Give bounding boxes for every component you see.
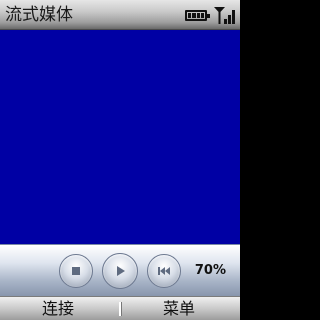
previous-button[interactable] <box>147 254 181 288</box>
softkey-bar: 连接 菜单 <box>0 296 240 320</box>
title-bar: 流式媒体 <box>0 0 240 30</box>
signal-icon <box>212 5 236 25</box>
status-area <box>185 5 236 25</box>
previous-icon <box>158 267 170 275</box>
stop-icon <box>72 267 80 275</box>
volume-level: 70% <box>194 263 226 278</box>
playback-control-bar: 70% <box>0 244 240 296</box>
play-icon <box>117 266 125 276</box>
app-title: 流式媒体 <box>5 5 73 25</box>
battery-icon <box>185 9 210 21</box>
connect-softkey[interactable]: 连接 <box>42 298 74 319</box>
video-display[interactable] <box>0 30 240 244</box>
play-button[interactable] <box>102 253 138 289</box>
menu-softkey[interactable]: 菜单 <box>163 298 195 319</box>
stop-button[interactable] <box>59 254 93 288</box>
media-player-screen: 流式媒体 70% 连接 菜单 <box>0 0 240 320</box>
softkey-divider <box>119 302 121 316</box>
